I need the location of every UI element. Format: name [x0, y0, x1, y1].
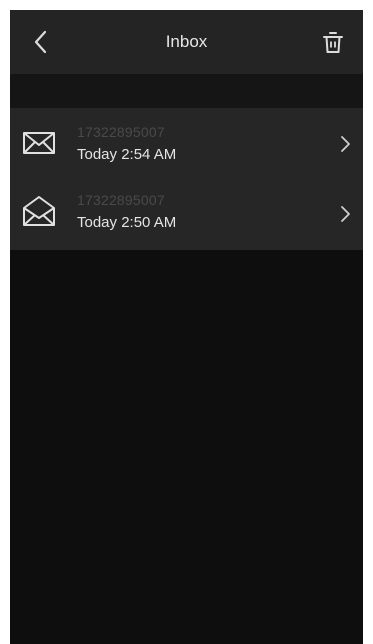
page-title: Inbox — [165, 32, 208, 51]
message-item[interactable]: 17322895007 Today 2:50 AM — [10, 178, 363, 250]
message-sender: 17322895007 — [77, 192, 165, 208]
message-item[interactable]: 17322895007 Today 2:54 AM — [10, 108, 363, 178]
message-list: 17322895007 Today 2:54 AM 17322895007 To… — [10, 108, 363, 250]
chevron-left-icon — [34, 30, 47, 54]
message-time: Today 2:54 AM — [77, 146, 177, 163]
top-app-bar: Inbox — [10, 10, 363, 74]
envelope-closed-icon — [23, 132, 55, 154]
delete-button[interactable] — [321, 30, 345, 56]
trash-icon — [323, 32, 343, 53]
chevron-right-icon — [341, 136, 350, 152]
inbox-screen: Inbox 17322895007 Today 2:54 AM 17322895… — [10, 10, 363, 644]
chevron-right-icon — [341, 206, 350, 222]
divider-bar — [10, 74, 363, 108]
message-time: Today 2:50 AM — [77, 214, 177, 231]
envelope-open-icon — [23, 196, 55, 226]
back-button[interactable] — [28, 28, 56, 56]
message-sender: 17322895007 — [77, 124, 165, 140]
